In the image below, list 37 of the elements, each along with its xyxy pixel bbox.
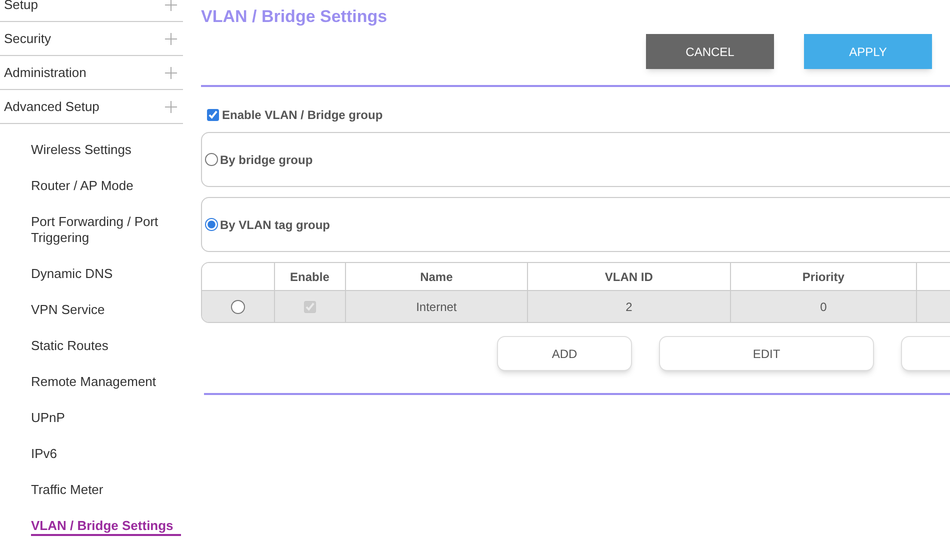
page-title: VLAN / Bridge Settings: [201, 6, 388, 28]
sidebar-item[interactable]: Wireless Settings: [31, 142, 171, 158]
plus-icon: [165, 0, 177, 10]
mode-radio[interactable]: [205, 218, 218, 231]
mode-label: By VLAN tag group: [220, 216, 330, 234]
menu-item[interactable]: Security: [0, 22, 183, 56]
table-cell-text: 2: [626, 298, 632, 316]
menu-item[interactable]: Advanced Setup: [0, 90, 183, 124]
sidebar-item[interactable]: UPnP: [31, 410, 171, 426]
plus-icon: [165, 32, 177, 44]
table-cell-text: 0: [820, 298, 827, 316]
enable-label: Enable VLAN / Bridge group: [222, 107, 383, 124]
sidebar-item[interactable]: VLAN / Bridge Settings: [31, 518, 182, 536]
row-radio[interactable]: [230, 300, 245, 314]
column-header: Name: [420, 268, 453, 286]
mode-radio[interactable]: [205, 153, 218, 166]
menu-item[interactable]: Administration: [0, 56, 183, 90]
mode-label: By bridge group: [220, 152, 313, 168]
cancel-button[interactable]: CANCEL: [646, 34, 774, 69]
table-button[interactable]: ADD: [497, 336, 632, 371]
sidebar-item[interactable]: Traffic Meter: [31, 482, 171, 498]
plus-icon: [165, 100, 177, 112]
column-header: Enable: [290, 268, 330, 286]
plus-icon: [165, 66, 177, 78]
sidebar-item[interactable]: IPv6: [31, 446, 171, 462]
sidebar-item[interactable]: Static Routes: [31, 338, 171, 354]
column-header: Priority: [802, 268, 844, 286]
sidebar-item[interactable]: Router / AP Mode: [31, 178, 171, 194]
sidebar-item[interactable]: Remote Management: [31, 374, 171, 390]
enable-checkbox[interactable]: [207, 109, 219, 121]
column-header: VLAN ID: [604, 268, 653, 286]
menu-item[interactable]: Setup: [0, 0, 183, 22]
table-cell-text: Internet: [416, 298, 457, 316]
sidebar-item[interactable]: VPN Service: [31, 302, 171, 318]
sidebar-item[interactable]: Dynamic DNS: [31, 266, 171, 282]
table-button[interactable]: EDIT: [659, 336, 874, 371]
sidebar-item[interactable]: Port Forwarding / Port Triggering: [31, 214, 171, 246]
